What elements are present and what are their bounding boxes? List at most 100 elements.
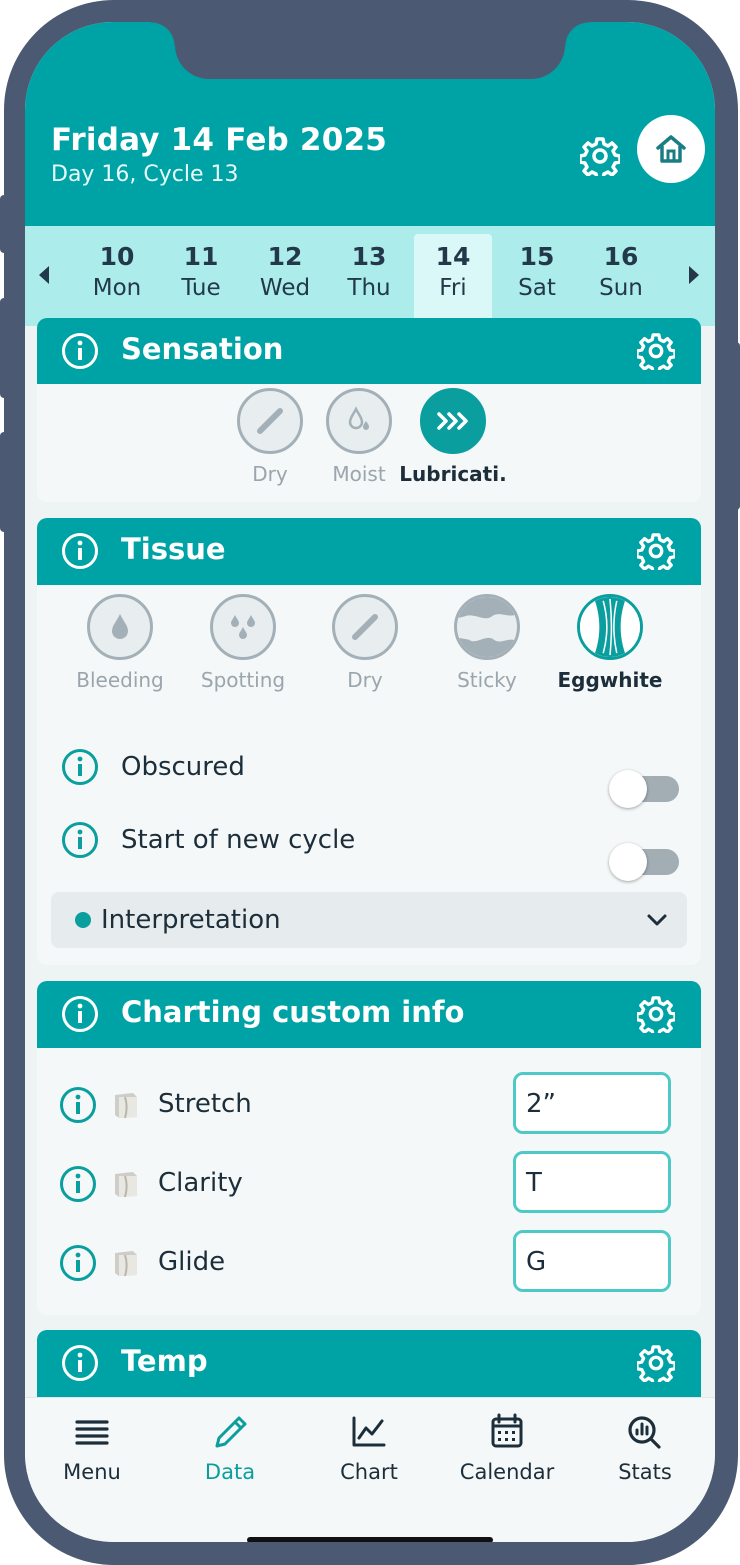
chart-icon	[352, 1416, 386, 1447]
obscured-label: Obscured	[121, 752, 245, 782]
slash-icon	[332, 594, 398, 660]
home-button[interactable]	[637, 115, 705, 183]
prev-week-arrow-icon[interactable]	[39, 266, 49, 284]
tissue-option-sticky[interactable]: Sticky	[422, 594, 552, 692]
option-label: Lubricati.	[399, 462, 507, 486]
sensation-card: Sensation Dry Moist Lubricati.	[37, 318, 701, 502]
info-icon[interactable]	[59, 1086, 97, 1124]
header-cycle-info: Day 16, Cycle 13	[51, 162, 239, 187]
home-icon	[656, 135, 686, 163]
tab-calendar[interactable]: Calendar	[442, 1412, 572, 1484]
info-icon[interactable]	[61, 532, 99, 570]
gear-icon[interactable]	[637, 532, 675, 570]
status-dot	[75, 912, 91, 928]
tab-label: Stats	[618, 1460, 672, 1484]
stretch-label: Stretch	[158, 1089, 252, 1119]
tissue-box-icon	[115, 1251, 137, 1277]
day-number: 14	[435, 242, 471, 271]
stretch-input[interactable]: 2”	[513, 1072, 671, 1134]
interpretation-label: Interpretation	[101, 905, 281, 935]
tab-stats[interactable]: Stats	[580, 1412, 710, 1484]
day-weekday: Mon	[92, 275, 142, 301]
interpretation-dropdown[interactable]: Interpretation	[51, 892, 687, 948]
tab-label: Data	[204, 1460, 256, 1484]
stats-icon	[628, 1416, 661, 1449]
tissue-header: Tissue	[37, 518, 701, 585]
tissue-title: Tissue	[121, 532, 226, 566]
day-weekday: Wed	[259, 275, 311, 301]
tissue-option-spotting[interactable]: Spotting	[178, 594, 308, 692]
info-icon[interactable]	[61, 995, 99, 1033]
day-16[interactable]: 16 Sun	[582, 234, 660, 326]
day-number: 12	[267, 242, 303, 271]
tab-chart[interactable]: Chart	[304, 1412, 434, 1484]
option-label: Dry	[347, 668, 383, 692]
next-week-arrow-icon[interactable]	[689, 266, 699, 284]
tissue-option-bleeding[interactable]: Bleeding	[55, 594, 185, 692]
tab-label: Menu	[63, 1460, 121, 1484]
info-icon[interactable]	[61, 1344, 99, 1382]
chevron-down-icon	[647, 914, 667, 926]
day-weekday: Sun	[599, 275, 643, 301]
custom-info-header: Charting custom info	[37, 981, 701, 1048]
toggle-knob	[609, 843, 647, 881]
tissue-option-dry[interactable]: Dry	[300, 594, 430, 692]
gear-icon[interactable]	[637, 995, 675, 1033]
option-label: Bleeding	[76, 668, 164, 692]
day-selector-strip: 10 Mon 11 Tue 12 Wed 13 Thu 14 Fri 15 Sat 16 Su…	[25, 226, 715, 326]
custom-info-title: Charting custom info	[121, 995, 465, 1029]
info-icon[interactable]	[59, 1165, 97, 1203]
info-icon[interactable]	[59, 1244, 97, 1282]
new-cycle-toggle[interactable]	[609, 843, 679, 881]
day-12[interactable]: 12 Wed	[246, 234, 324, 326]
day-weekday: Fri	[439, 275, 467, 301]
tissue-box-icon	[115, 1093, 137, 1119]
sensation-option-lubricative[interactable]: Lubricati.	[388, 388, 518, 486]
notch	[151, 22, 589, 79]
header-date: Friday 14 Feb 2025	[51, 122, 388, 158]
info-icon[interactable]	[61, 821, 99, 859]
tab-label: Calendar	[459, 1460, 555, 1484]
gear-icon[interactable]	[637, 1344, 675, 1382]
day-14-selected[interactable]: 14 Fri	[414, 234, 492, 326]
day-13[interactable]: 13 Thu	[330, 234, 408, 326]
drops-icon	[210, 594, 276, 660]
tissue-option-eggwhite[interactable]: Eggwhite	[545, 594, 675, 692]
clarity-input[interactable]: T	[513, 1151, 671, 1213]
bottom-tab-bar: Menu Data Chart Calendar Stats	[25, 1397, 715, 1542]
day-number: 16	[603, 242, 639, 271]
home-indicator	[247, 1537, 493, 1542]
tab-menu[interactable]: Menu	[27, 1412, 157, 1484]
side-button-right	[732, 342, 740, 510]
side-button-left-top	[0, 195, 8, 253]
custom-info-card: Charting custom info Stretch 2” Clarity …	[37, 981, 701, 1315]
glide-input[interactable]: G	[513, 1230, 671, 1292]
temp-title: Temp	[121, 1344, 208, 1378]
chevrons-icon	[420, 388, 486, 454]
drop-icon	[87, 594, 153, 660]
settings-gear-icon[interactable]	[580, 136, 620, 176]
tissue-box-icon	[115, 1172, 137, 1198]
option-label: Eggwhite	[557, 668, 663, 692]
day-15[interactable]: 15 Sat	[498, 234, 576, 326]
day-11[interactable]: 11 Tue	[162, 234, 240, 326]
day-10[interactable]: 10 Mon	[78, 234, 156, 326]
day-weekday: Sat	[518, 275, 556, 301]
pencil-icon	[215, 1416, 247, 1448]
day-number: 15	[519, 242, 555, 271]
menu-icon	[75, 1420, 109, 1445]
droplet-icon	[326, 388, 392, 454]
day-number: 13	[351, 242, 387, 271]
phone-screen: Friday 14 Feb 2025 Day 16, Cycle 13 10 Mo…	[25, 22, 715, 1542]
day-weekday: Thu	[347, 275, 391, 301]
info-icon[interactable]	[61, 748, 99, 786]
tab-data[interactable]: Data	[165, 1412, 295, 1484]
calendar-icon	[491, 1413, 523, 1448]
eggwhite-icon	[577, 594, 643, 660]
obscured-toggle[interactable]	[609, 770, 679, 808]
side-button-left-bottom	[0, 432, 8, 532]
gear-icon[interactable]	[637, 332, 675, 370]
new-cycle-label: Start of new cycle	[121, 825, 356, 855]
info-icon[interactable]	[61, 332, 99, 370]
day-number: 10	[99, 242, 135, 271]
